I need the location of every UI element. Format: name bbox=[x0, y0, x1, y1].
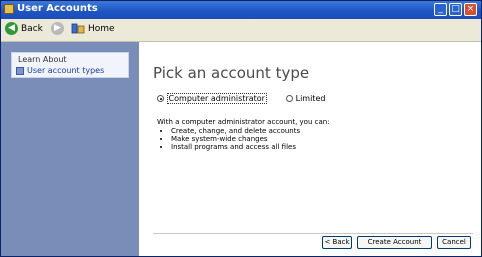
learn-about-title: Learn About bbox=[18, 55, 67, 64]
page-title: Pick an account type bbox=[153, 64, 310, 82]
back-step-button[interactable]: < Back bbox=[322, 236, 352, 249]
minimize-button[interactable]: _ bbox=[434, 3, 447, 16]
user-accounts-window: User Accounts _ □ × ◀ Back ▶ Home Learn A… bbox=[0, 0, 482, 257]
back-arrow-icon: ◀ bbox=[5, 22, 18, 35]
window-title: User Accounts bbox=[17, 3, 98, 14]
list-item: Install programs and access all files bbox=[171, 143, 330, 151]
sidebar-item-user-account-types[interactable]: User account types bbox=[16, 66, 104, 75]
forward-button[interactable]: ▶ bbox=[51, 22, 67, 38]
sidebar: Learn About User account types bbox=[1, 42, 139, 256]
home-icon bbox=[71, 22, 85, 35]
list-item: Create, change, and delete accounts bbox=[171, 127, 330, 135]
forward-arrow-icon: ▶ bbox=[51, 22, 64, 35]
capabilities-list: Create, change, and delete accounts Make… bbox=[157, 127, 330, 151]
learn-about-panel: Learn About User account types bbox=[11, 52, 129, 78]
radio-selected-icon bbox=[157, 95, 164, 102]
computer-administrator-radio[interactable]: Computer administrator bbox=[157, 93, 270, 104]
home-button-label: Home bbox=[88, 24, 115, 34]
main-content: Pick an account type Computer administra… bbox=[139, 42, 481, 256]
maximize-button[interactable]: □ bbox=[449, 3, 462, 16]
description-intro: With a computer administrator account, y… bbox=[157, 118, 330, 126]
account-description: With a computer administrator account, y… bbox=[157, 118, 330, 151]
user-accounts-icon bbox=[4, 4, 14, 14]
back-button-label: Back bbox=[21, 24, 43, 34]
home-button[interactable]: Home bbox=[71, 22, 115, 38]
toolbar: ◀ Back ▶ Home bbox=[1, 19, 481, 42]
back-button[interactable]: ◀ Back bbox=[5, 22, 43, 38]
divider bbox=[153, 233, 473, 234]
title-bar[interactable]: User Accounts _ □ × bbox=[1, 1, 481, 19]
radio-unselected-icon bbox=[286, 95, 294, 102]
close-button[interactable]: × bbox=[464, 3, 477, 16]
list-item: Make system-wide changes bbox=[171, 135, 330, 143]
help-topic-icon bbox=[16, 66, 24, 75]
sidebar-item-label: User account types bbox=[27, 66, 105, 75]
computer-administrator-label: Computer administrator bbox=[166, 93, 267, 104]
cancel-button[interactable]: Cancel bbox=[437, 236, 471, 249]
limited-label: Limited bbox=[295, 94, 326, 103]
create-account-button[interactable]: Create Account bbox=[357, 236, 432, 249]
account-type-options: Computer administrator Limited bbox=[157, 93, 325, 104]
limited-radio[interactable]: Limited bbox=[286, 94, 325, 103]
